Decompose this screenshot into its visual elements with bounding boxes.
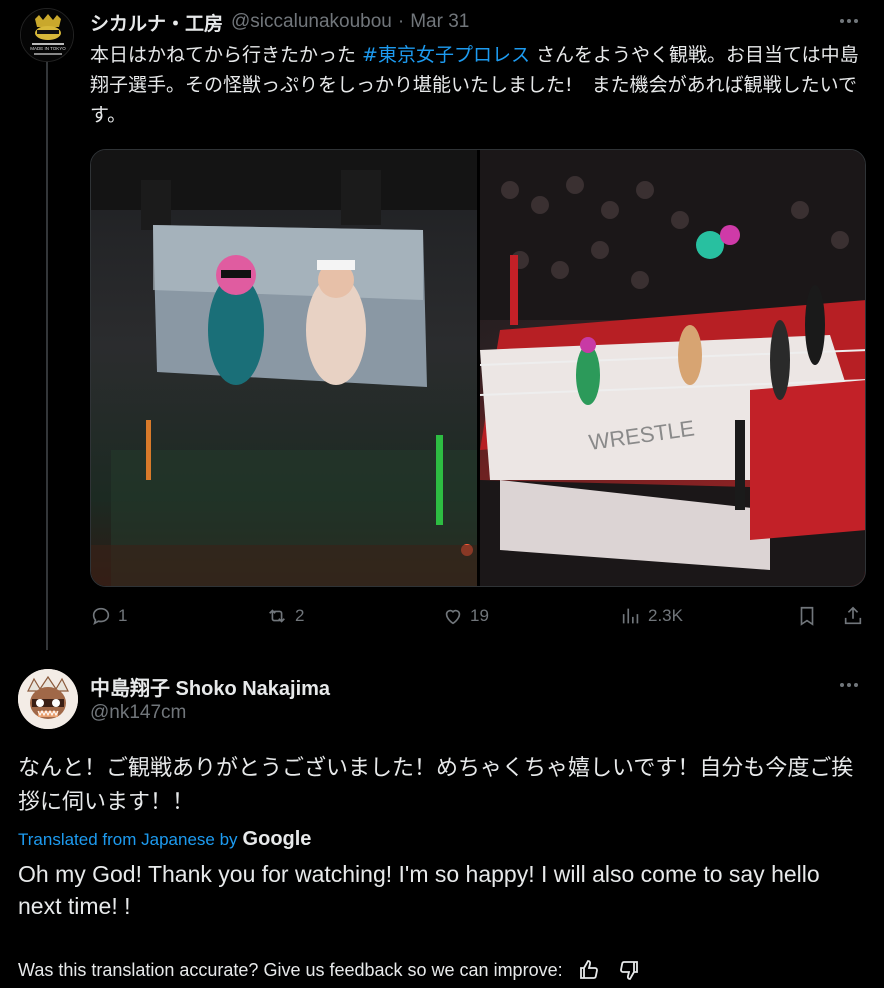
tweet-text: 本日はかねてから行きたかった #東京女子プロレス さんをようやく観戦。お目当ては… [90,40,866,130]
reply-button[interactable]: 1 [90,605,127,627]
thumbs-down-icon [619,961,638,980]
author-name[interactable]: シカルナ・工房 [90,9,223,36]
media-gallery[interactable]: WRESTLE [90,149,866,587]
author-handle[interactable]: @siccalunakoubou [231,11,392,33]
translated-label: Translated from Japanese by [18,829,238,849]
reply-count: 1 [118,606,128,625]
tweet-text-start: 本日はかねてから行きたかった [90,44,363,66]
photo-screen-entrance[interactable] [91,150,477,586]
avatar-caption: MADE IN TOKYO [30,46,66,51]
retweet-count: 2 [295,606,305,625]
thumbs-up-icon [579,960,598,979]
translated-text: Oh my God! Thank you for watching! I'm s… [18,861,820,919]
tweet-actions: 1 2 19 2.3K [90,605,866,635]
reply-icon [92,607,110,626]
author-avatar[interactable]: MADE IN TOKYO [20,8,74,62]
hashtag-link[interactable]: #東京女子プロレス [362,44,530,66]
more-icon[interactable] [834,674,864,696]
share-icon [844,606,862,625]
thumbs-down-button[interactable] [617,958,641,982]
retweet-button[interactable]: 2 [265,605,304,627]
views-count: 2.3K [648,606,683,625]
views-icon [622,608,639,624]
like-icon [445,609,461,625]
like-button[interactable]: 19 [442,605,489,627]
views-button[interactable]: 2.3K [620,605,683,627]
tweet-date[interactable]: Mar 31 [410,11,469,33]
translation-attribution: Translated from Japanese by Google [18,828,311,851]
photo-wrestling-ring[interactable]: WRESTLE [479,150,865,586]
bookmark-icon [800,606,814,626]
retweet-icon [269,609,285,623]
more-icon[interactable] [834,10,864,32]
reply-author-name[interactable]: 中島翔子 Shoko Nakajima [90,672,330,701]
bookmark-button[interactable] [796,605,818,627]
feedback-prompt: Was this translation accurate? Give us f… [18,959,563,980]
tweet-header: シカルナ・工房 @siccalunakoubou · Mar 31 [90,8,864,36]
reply-author-avatar[interactable] [18,669,78,729]
google-logo: Google [242,828,312,850]
reply-text: なんと！ご観戦ありがとうございました！めちゃくちゃ嬉しいです！自分も今度ご挨拶に… [18,756,854,815]
header-separator: · [397,11,405,32]
thread-connector-line [46,62,48,650]
translation-feedback: Was this translation accurate? Give us f… [18,958,641,982]
like-count: 19 [470,606,489,625]
share-button[interactable] [842,605,864,627]
reply-author-handle[interactable]: @nk147cm [90,702,186,724]
thumbs-up-button[interactable] [577,958,601,982]
